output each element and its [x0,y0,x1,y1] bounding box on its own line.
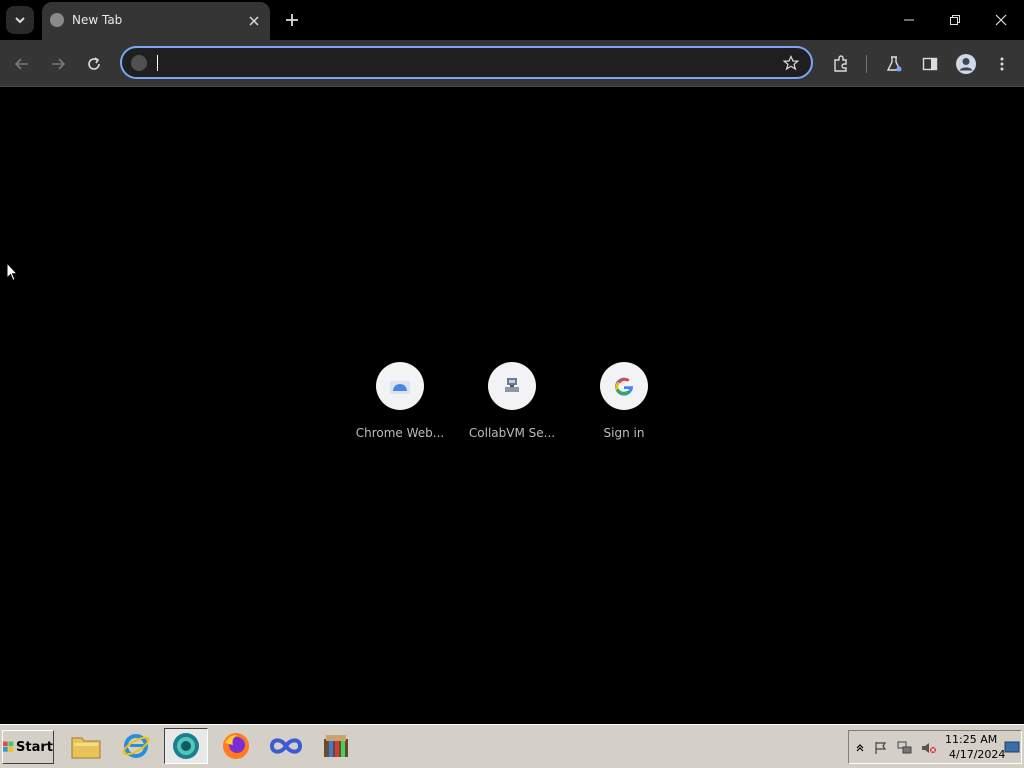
flask-icon [886,56,902,72]
shortcut-label: CollabVM Se... [468,426,556,440]
chrome-icon [173,733,199,759]
start-button[interactable]: Start [2,730,54,764]
taskbar-app-firefox[interactable] [214,728,258,764]
folder-icon [71,737,101,759]
menu-button[interactable] [989,51,1015,77]
ie-icon [122,734,150,758]
google-g-icon [615,377,634,396]
chevron-down-icon [15,17,25,24]
new-tab-page: Chrome Web... CollabVM Se... Sign in [0,87,1024,724]
firefox-icon [223,733,249,759]
arrow-left-icon [14,58,28,70]
shortcut-chrome-web-store[interactable]: Chrome Web... [344,362,456,440]
tab-new-tab[interactable]: New Tab [42,2,270,40]
avatar-icon [956,54,976,74]
reload-icon [88,57,100,70]
clock-time[interactable]: 11:25 AM [945,733,997,746]
restore-button[interactable] [932,0,978,40]
taskbar-app-archive[interactable] [314,728,358,764]
archive-icon [324,735,348,757]
chevron-up-icon [856,744,864,752]
puzzle-icon [834,55,847,72]
minimize-icon [904,19,914,21]
labs-button[interactable] [881,51,907,77]
tray-expand-button[interactable] [852,740,868,756]
title-bar: New Tab [0,0,1024,40]
shortcut-sign-in[interactable]: Sign in [568,362,680,440]
address-input[interactable] [158,52,762,76]
network-icon[interactable] [897,740,913,756]
forward-button[interactable] [45,51,71,77]
close-tab-button[interactable] [244,11,264,31]
tab-search-button[interactable] [6,6,34,34]
close-icon [995,14,1007,26]
browser-toolbar [0,40,1024,87]
taskbar-app-chrome-dev[interactable] [164,728,208,764]
tab-title: New Tab [72,13,123,27]
close-window-button[interactable] [978,0,1024,40]
action-center-flag-icon[interactable] [873,740,889,756]
plus-icon [286,14,298,26]
show-desktop-icon[interactable] [1004,739,1020,755]
volume-muted-icon[interactable] [921,740,937,756]
taskbar-app-infinity[interactable] [264,728,308,764]
infinity-icon [269,738,303,754]
globe-icon [50,13,64,27]
collabvm-icon [505,378,519,392]
shortcut-label: Sign in [603,426,645,440]
windows-logo-icon [3,741,14,752]
star-icon [783,55,799,71]
shortcut-icon-circle [600,362,648,410]
toolbar-separator [866,55,867,73]
site-info-icon[interactable] [131,55,147,71]
side-panel-icon [922,57,938,71]
shortcut-collabvm[interactable]: CollabVM Se... [456,362,568,440]
arrow-right-icon [52,58,66,70]
address-bar[interactable] [120,46,813,79]
chrome-web-store-icon [390,381,410,394]
restore-icon [950,15,960,25]
start-label: Start [16,739,53,755]
taskbar: Start 11:25 AM 4/17/2024 [0,724,1024,768]
taskbar-app-internet-explorer[interactable] [114,728,158,764]
profile-button[interactable] [953,51,979,77]
clock-date[interactable]: 4/17/2024 [949,748,1005,761]
more-vert-icon [1000,57,1004,71]
shortcut-label: Chrome Web... [355,426,445,440]
minimize-button[interactable] [886,0,932,40]
bookmark-star-button[interactable] [781,53,801,73]
back-button[interactable] [9,51,35,77]
extensions-button[interactable] [828,51,854,77]
mouse-cursor-icon [6,261,19,286]
close-icon [249,16,259,26]
new-tab-button[interactable] [280,8,304,32]
shortcut-icon-circle [376,362,424,410]
taskbar-app-file-explorer[interactable] [64,728,108,764]
reload-button[interactable] [81,51,107,77]
shortcut-icon-circle [488,362,536,410]
system-tray: 11:25 AM 4/17/2024 [848,730,1022,764]
side-panel-button[interactable] [917,51,943,77]
